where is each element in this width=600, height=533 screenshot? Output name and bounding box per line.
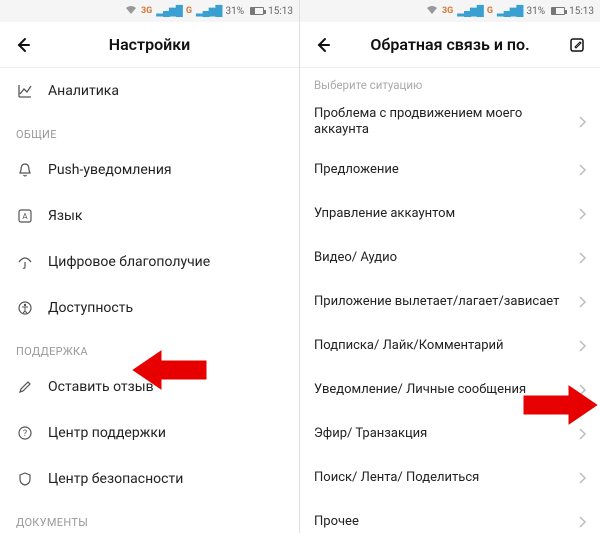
- signal1-icon: ▂▄▆█: [457, 6, 483, 17]
- row-label: Доступность: [48, 300, 283, 316]
- situation-subtitle: Выберите ситуацию: [300, 68, 600, 96]
- item-search-feed[interactable]: Поиск/ Лента/ Поделиться: [300, 457, 600, 501]
- item-label: Эфир/ Транзакция: [314, 426, 568, 442]
- section-support: ПОДДЕРЖКА: [0, 331, 299, 364]
- item-notif-dm[interactable]: Уведомление/ Личные сообщения: [300, 369, 600, 413]
- item-crash[interactable]: Приложение вылетает/лагает/зависает: [300, 281, 600, 325]
- row-analytics[interactable]: Аналитика: [0, 68, 299, 114]
- settings-body: Аналитика ОБЩИЕ Push-уведомления A Язык: [0, 68, 299, 533]
- row-language[interactable]: A Язык: [0, 193, 299, 239]
- row-label: Центр безопасности: [48, 471, 283, 487]
- item-label: Поиск/ Лента/ Поделиться: [314, 470, 568, 486]
- row-accessibility[interactable]: Доступность: [0, 285, 299, 331]
- back-button[interactable]: [12, 34, 34, 56]
- battery-icon: [248, 7, 264, 15]
- item-label: Предложение: [314, 162, 568, 178]
- item-label: Проблема с продвижением моего аккаунта: [314, 106, 568, 139]
- section-documents: ДОКУМЕНТЫ: [0, 502, 299, 533]
- svg-text:A: A: [22, 212, 28, 221]
- network1-type: 3G: [442, 6, 453, 16]
- item-label: Видео/ Аудио: [314, 250, 568, 266]
- clock: 15:13: [268, 6, 293, 17]
- status-bar: 3G ▂▄▆█ G ▂▄▆█ 31% 15:13: [300, 0, 600, 22]
- chevron-right-icon: [578, 293, 586, 312]
- network1-type: 3G: [141, 6, 152, 16]
- row-label: Цифровое благополучие: [48, 254, 283, 270]
- feedback-screen: 3G ▂▄▆█ G ▂▄▆█ 31% 15:13 Обратная связь …: [300, 0, 600, 533]
- chevron-right-icon: [578, 513, 586, 532]
- pencil-icon: [16, 378, 34, 396]
- row-label: Push-уведомления: [48, 162, 283, 178]
- chevron-right-icon: [578, 337, 586, 356]
- page-title: Настройки: [0, 35, 299, 54]
- chevron-right-icon: [578, 425, 586, 444]
- battery-icon: [549, 7, 565, 15]
- row-safety-center[interactable]: Центр безопасности: [0, 456, 299, 502]
- battery-percent: 31%: [226, 6, 245, 17]
- signal2-icon: ▂▄▆█: [196, 6, 222, 17]
- item-label: Уведомление/ Личные сообщения: [314, 382, 568, 398]
- network2-type: G: [487, 6, 493, 16]
- question-icon: ?: [16, 424, 34, 442]
- item-label: Управление аккаунтом: [314, 206, 568, 222]
- back-button[interactable]: [312, 34, 334, 56]
- item-promo[interactable]: Проблема с продвижением моего аккаунта: [300, 96, 600, 149]
- item-label: Приложение вылетает/лагает/зависает: [314, 294, 568, 310]
- item-sub-like[interactable]: Подписка/ Лайк/Комментарий: [300, 325, 600, 369]
- settings-screen: 3G ▂▄▆█ G ▂▄▆█ 31% 15:13 Настройки Анали…: [0, 0, 300, 533]
- section-general: ОБЩИЕ: [0, 114, 299, 147]
- clock: 15:13: [569, 6, 594, 17]
- header: Обратная связь и по.: [300, 22, 600, 68]
- page-title: Обратная связь и по.: [300, 35, 600, 54]
- network2-type: G: [186, 6, 192, 16]
- row-wellbeing[interactable]: Цифровое благополучие: [0, 239, 299, 285]
- chevron-right-icon: [578, 469, 586, 488]
- analytics-icon: [16, 82, 34, 100]
- chevron-right-icon: [578, 161, 586, 180]
- wifi-icon: [125, 5, 137, 18]
- item-suggestion[interactable]: Предложение: [300, 149, 600, 193]
- item-label: Подписка/ Лайк/Комментарий: [314, 338, 568, 354]
- language-icon: A: [16, 207, 34, 225]
- row-label: Оставить отзыв: [48, 379, 283, 395]
- item-label: Прочее: [314, 514, 568, 530]
- status-bar: 3G ▂▄▆█ G ▂▄▆█ 31% 15:13: [0, 0, 299, 22]
- row-label: Язык: [48, 208, 283, 224]
- row-label: Аналитика: [48, 83, 283, 99]
- row-push[interactable]: Push-уведомления: [0, 147, 299, 193]
- chevron-right-icon: [578, 113, 586, 132]
- item-other[interactable]: Прочее: [300, 501, 600, 533]
- compose-button[interactable]: [566, 34, 588, 56]
- signal1-icon: ▂▄▆█: [156, 6, 182, 17]
- bell-icon: [16, 161, 34, 179]
- umbrella-icon: [16, 253, 34, 271]
- header: Настройки: [0, 22, 299, 68]
- chevron-right-icon: [578, 205, 586, 224]
- svg-text:?: ?: [23, 429, 27, 439]
- chevron-right-icon: [578, 381, 586, 400]
- row-feedback[interactable]: Оставить отзыв: [0, 364, 299, 410]
- battery-percent: 31%: [527, 6, 546, 17]
- item-account-mgmt[interactable]: Управление аккаунтом: [300, 193, 600, 237]
- shield-icon: [16, 470, 34, 488]
- item-video-audio[interactable]: Видео/ Аудио: [300, 237, 600, 281]
- item-live-tx[interactable]: Эфир/ Транзакция: [300, 413, 600, 457]
- signal2-icon: ▂▄▆█: [497, 6, 523, 17]
- wifi-icon: [426, 5, 438, 18]
- row-label: Центр поддержки: [48, 425, 283, 441]
- feedback-body: Выберите ситуацию Проблема с продвижение…: [300, 68, 600, 533]
- accessibility-icon: [16, 299, 34, 317]
- chevron-right-icon: [578, 249, 586, 268]
- row-help-center[interactable]: ? Центр поддержки: [0, 410, 299, 456]
